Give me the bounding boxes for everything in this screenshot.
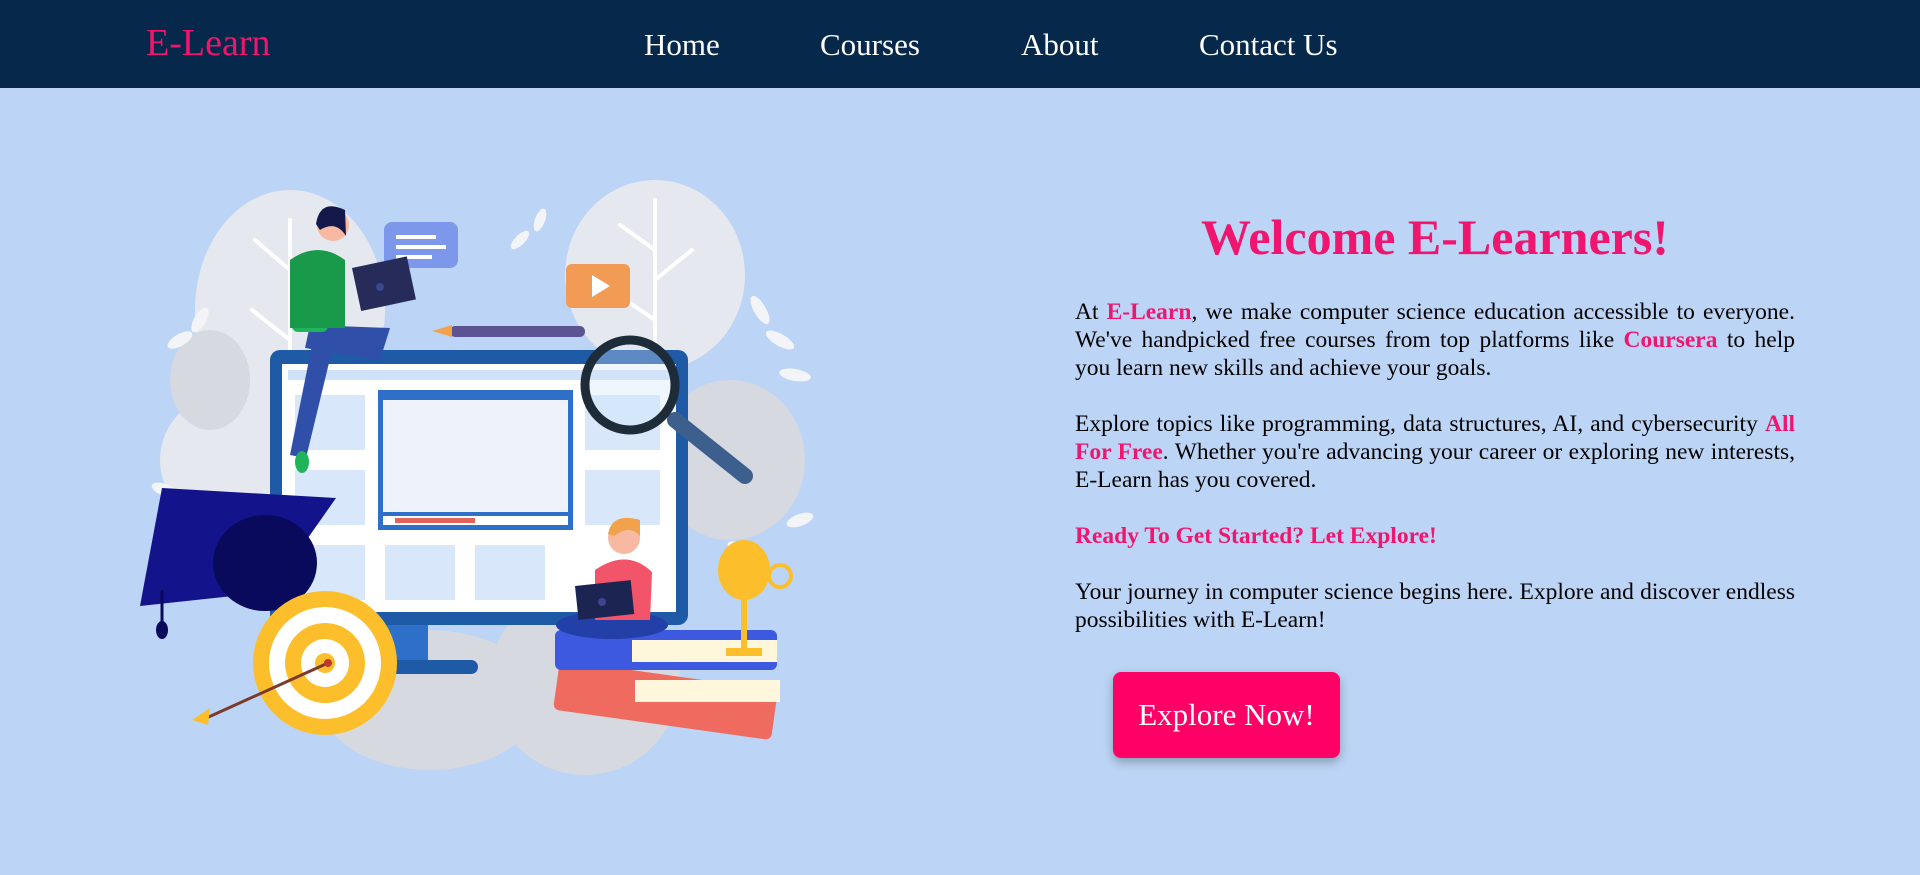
nav-link-about[interactable]: About [1021,22,1099,68]
nav-link-home[interactable]: Home [644,22,720,68]
intro-highlight-e-learn: E-Learn [1106,299,1192,325]
explore-now-button[interactable]: Explore Now! [1113,672,1340,758]
topics-text-1: Explore topics like programming, data st… [1075,411,1765,437]
navbar: E-Learn Home Courses About Contact Us [0,0,1920,88]
nav-link-courses[interactable]: Courses [820,22,920,68]
nav-links: Home Courses About Contact Us [0,22,1920,68]
target-icon [192,591,397,735]
topics-paragraph: Explore topics like programming, data st… [1075,410,1795,494]
topics-text-2: . Whether you're advancing your career o… [1075,439,1795,493]
play-video-icon [566,264,630,308]
get-started-heading: Ready To Get Started? Let Explore! [1075,523,1437,549]
journey-paragraph: Your journey in computer science begins … [1075,579,1795,633]
intro-text-1: At [1075,299,1107,325]
intro-paragraph: At E-Learn, we make computer science edu… [1075,298,1795,382]
nav-link-contact-us[interactable]: Contact Us [1199,22,1338,68]
e-learning-illustration [140,180,814,775]
intro-highlight-coursera: Coursera [1623,327,1718,353]
hero-title: Welcome E-Learners! [1201,209,1669,265]
pencil-icon [432,325,585,337]
